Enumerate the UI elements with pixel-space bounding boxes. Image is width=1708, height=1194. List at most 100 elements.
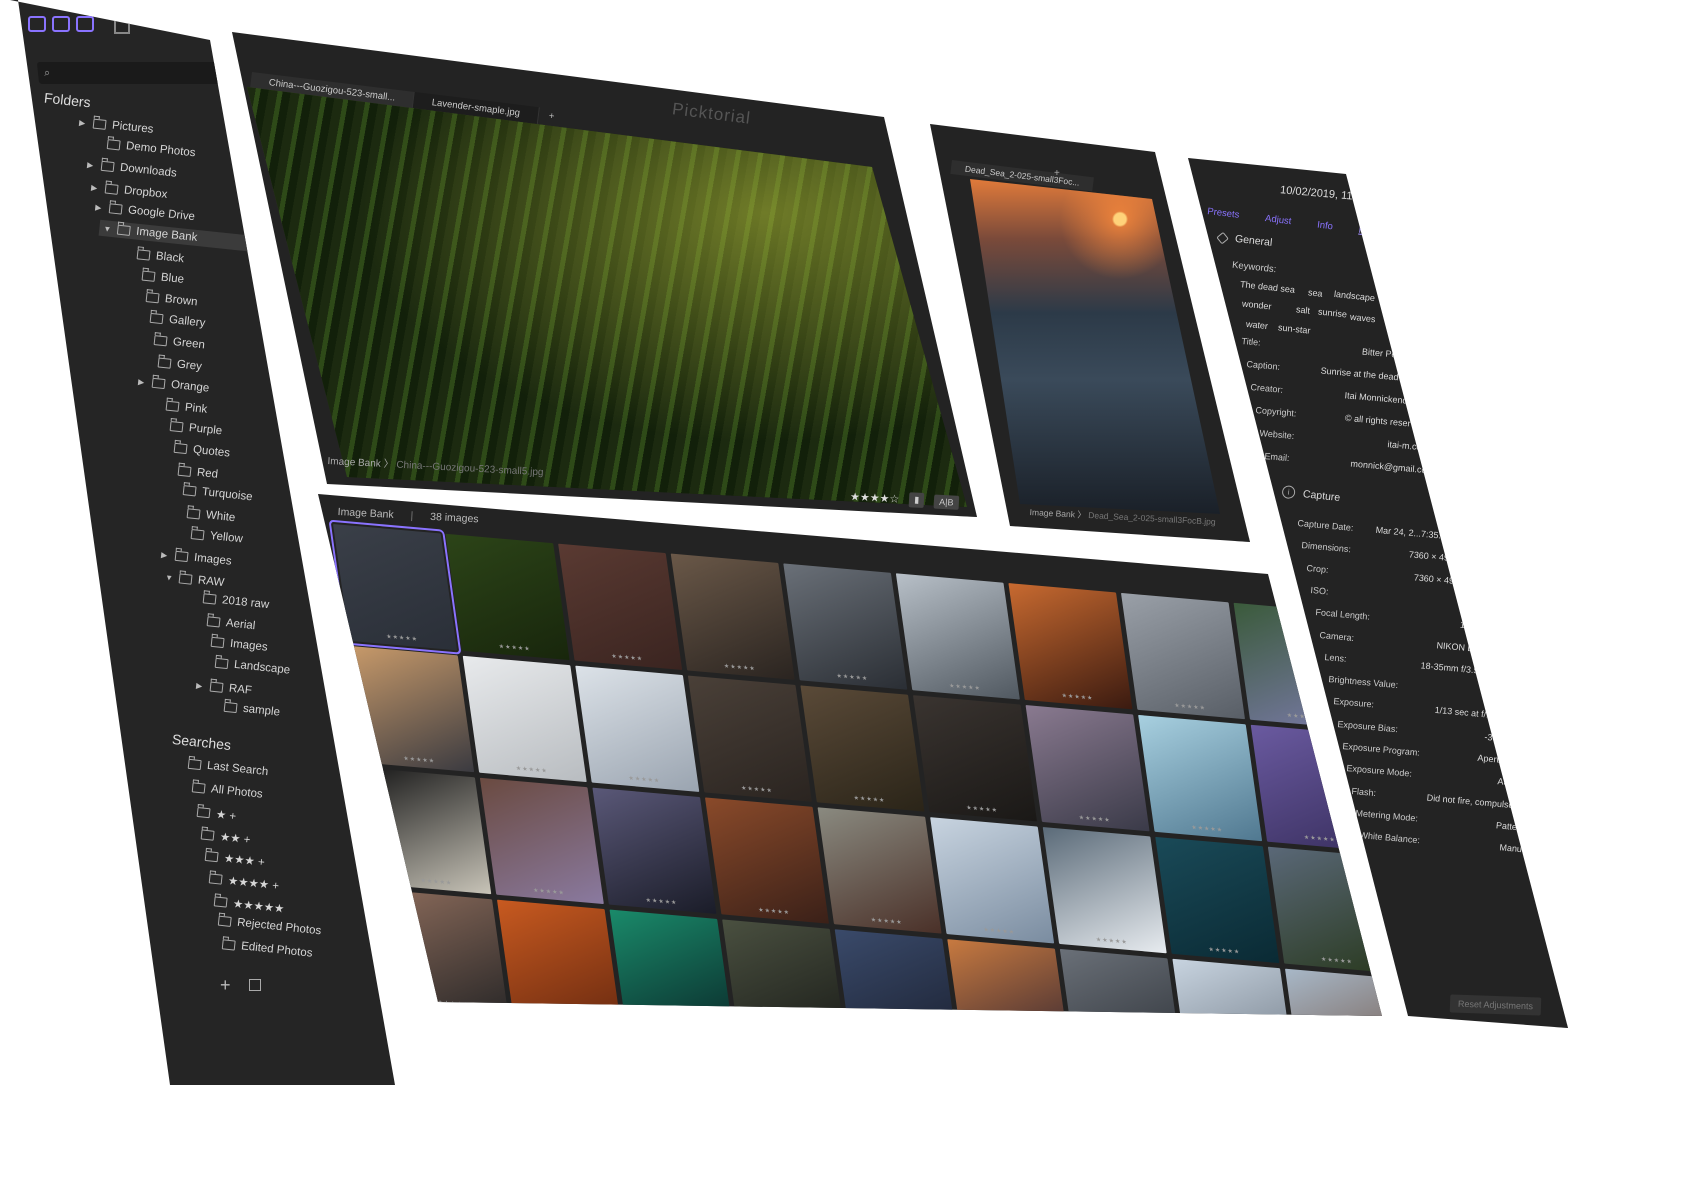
tab-info[interactable]: Info — [1316, 219, 1333, 232]
thumbnail-rating[interactable]: ★★★★★ — [1040, 811, 1149, 828]
thumbnail-rating[interactable]: ★★★★★ — [1283, 952, 1382, 969]
disclosure-arrow-icon[interactable]: ▶ — [138, 377, 147, 387]
thumbnail[interactable]: ★★★★★ — [947, 939, 1072, 1016]
metadata-value[interactable]: Did not fire, compulsory — [1426, 792, 1521, 810]
thumbnail-rating[interactable]: ★★★★★ — [928, 801, 1037, 818]
thumbnail[interactable]: ★★★★★ — [912, 695, 1038, 822]
keyword-tag[interactable]: waves — [1350, 312, 1376, 325]
star-rating[interactable]: ★★★★☆ — [850, 490, 900, 506]
sidebar-search-item[interactable]: ★★★ + — [204, 849, 266, 869]
thumbnail-rating[interactable]: ★★★★★ — [512, 1005, 621, 1016]
sidebar-folder-item[interactable]: Green — [139, 333, 205, 351]
thumbnail-rating[interactable]: ★★★★★ — [1266, 830, 1375, 847]
metadata-value[interactable]: Auto — [1497, 776, 1516, 788]
thumbnail-rating[interactable]: ★★★★★ — [348, 630, 457, 647]
compare-image[interactable] — [970, 179, 1220, 514]
disclosure-arrow-icon[interactable]: ▶ — [87, 160, 96, 170]
thumbnail[interactable]: ★★★★★ — [592, 787, 717, 914]
thumbnail[interactable]: ★★★★★ — [1138, 714, 1263, 842]
ab-compare-button[interactable]: A|B — [933, 494, 959, 510]
thumbnail-rating[interactable]: ★★★★★ — [365, 752, 474, 769]
sidebar-search-item[interactable]: ★★★★ + — [209, 871, 280, 893]
sidebar-folder-item[interactable]: Black — [123, 246, 185, 265]
thumbnail[interactable]: ★★★★★ — [609, 909, 734, 1016]
thumbnail[interactable]: ★★★★★ — [445, 533, 570, 661]
keyword-tag[interactable]: sea — [1308, 287, 1323, 298]
thumbnail[interactable]: ★★★★★ — [558, 543, 683, 670]
tab-history[interactable]: History — [1358, 225, 1389, 240]
thumbnail[interactable]: ★★★★★ — [687, 675, 812, 802]
metadata-value[interactable]: Manual — [1500, 842, 1530, 855]
thumbnail-rating[interactable]: ★★★★★ — [382, 874, 491, 891]
sidebar-folder-item[interactable]: Red — [164, 463, 219, 480]
keyword-tag[interactable]: water — [1246, 319, 1269, 331]
metadata-value[interactable]: Bitter Pearls — [1362, 347, 1412, 361]
thumbnail-rating[interactable]: ★★★★★ — [590, 771, 699, 788]
sidebar-folder-item[interactable]: Brown — [131, 289, 198, 308]
thumbnail[interactable]: ★★★★★ — [328, 519, 462, 655]
sidebar-folder-item[interactable]: ▶ Orange — [138, 375, 210, 395]
thumbnail[interactable]: ★★★★★ — [1042, 827, 1167, 954]
thumbnail-rating[interactable]: ★★★★★ — [815, 791, 924, 808]
sidebar-folder-item[interactable]: Gallery — [135, 311, 206, 330]
metadata-value[interactable]: Aperture — [1477, 753, 1512, 766]
sidebar-folder-item[interactable]: Grey — [143, 355, 202, 373]
sidebar-search-item[interactable]: ★ + — [196, 805, 236, 823]
sidebar-folder-item[interactable]: Purple — [156, 419, 223, 438]
layout-compare-icon[interactable] — [52, 16, 70, 32]
thumbnail[interactable]: ★★★★★ — [1267, 846, 1382, 973]
thumbnail-rating[interactable]: ★★★★★ — [624, 1015, 733, 1016]
thumbnail-rating[interactable]: ★★★★★ — [495, 883, 604, 900]
thumbnail-rating[interactable]: ★★★★★ — [1136, 699, 1245, 716]
reset-adjustments-button[interactable]: Reset Adjustments — [1449, 994, 1542, 1016]
thumbnail-rating[interactable]: ★★★★★ — [798, 669, 907, 686]
tab-adjust[interactable]: Adjust — [1264, 213, 1292, 227]
thumbnail[interactable]: ★★★★★ — [817, 807, 942, 934]
sidebar-folder-item[interactable]: Blue — [127, 268, 184, 286]
thumbnail[interactable]: ★★★★★ — [1155, 836, 1280, 964]
disclosure-arrow-icon[interactable]: ▼ — [103, 224, 112, 234]
keyword-tag[interactable]: sunrise — [1318, 307, 1348, 320]
thumbnail[interactable]: ★★★★★ — [1284, 968, 1382, 1016]
metadata-value[interactable]: 1/13 sec at f/11.0 — [1434, 705, 1503, 721]
sidebar-folder-item[interactable]: Turquoise — [168, 483, 253, 504]
thumbnail[interactable]: ★★★★★ — [575, 665, 700, 792]
thumbnail[interactable]: ★★★★★ — [1025, 705, 1150, 832]
sidebar-folder-item[interactable]: Images — [197, 635, 268, 654]
thumbnail[interactable]: ★★★★★ — [350, 645, 475, 773]
thumbnail-rating[interactable]: ★★★★★ — [832, 913, 941, 930]
sidebar-search-item[interactable]: Edited Photos — [222, 938, 313, 959]
metadata-value[interactable]: itai-m.com — [1388, 439, 1430, 453]
trash-icon[interactable]: ▮ — [908, 492, 925, 509]
thumbnail[interactable]: ★★★★★ — [834, 929, 959, 1016]
thumbnail[interactable]: ★★★★★ — [367, 767, 492, 895]
metadata-value[interactable]: 18mm — [1459, 620, 1485, 632]
checkbox-icon[interactable] — [248, 979, 261, 991]
thumbnail[interactable]: ★★★★★ — [722, 919, 847, 1016]
thumbnail[interactable]: ★★★★★ — [895, 573, 1020, 700]
disclosure-arrow-icon[interactable]: ▶ — [79, 118, 88, 128]
thumbnail-rating[interactable]: ★★★★★ — [1058, 933, 1167, 950]
thumbnail-size-slider[interactable] — [146, 19, 218, 27]
capture-section-header[interactable]: i Capture — [1281, 484, 1341, 504]
sidebar-folder-item[interactable]: ▶ Images — [160, 548, 232, 568]
metadata-value[interactable]: Itai Monnickendam — [1344, 390, 1420, 407]
thumbnail[interactable]: ★★★★★ — [670, 553, 795, 680]
search-input[interactable]: ⌕ — [36, 62, 220, 84]
sidebar-search-item[interactable]: Rejected Photos — [217, 915, 322, 938]
thumbnail-rating[interactable]: ★★★★★ — [460, 640, 569, 657]
thumbnail-rating[interactable]: ★★★★★ — [703, 781, 812, 798]
compare-breadcrumb-root[interactable]: Image Bank — [1029, 507, 1075, 519]
thumbnail-rating[interactable]: ★★★★★ — [399, 996, 508, 1013]
thumbnail-rating[interactable]: ★★★★★ — [573, 649, 682, 666]
thumbnail[interactable]: ★★★★★ — [479, 777, 604, 905]
thumbnail[interactable]: ★★★★★ — [462, 655, 587, 783]
metadata-value[interactable]: 7360 × 4912 px — [1409, 550, 1472, 565]
metadata-value[interactable]: NIKON D810 — [1436, 640, 1489, 655]
disclosure-arrow-icon[interactable]: ▶ — [95, 203, 104, 213]
metadata-value[interactable]: Sunrise at the dead-sea — [1320, 365, 1416, 383]
metadata-value[interactable]: Pattern — [1496, 820, 1526, 832]
sidebar-folder-item[interactable]: ▼ RAW — [165, 571, 225, 589]
thumbnail-rating[interactable]: ★★★★★ — [720, 903, 829, 920]
sidebar-folder-item[interactable]: Landscape — [201, 655, 291, 677]
